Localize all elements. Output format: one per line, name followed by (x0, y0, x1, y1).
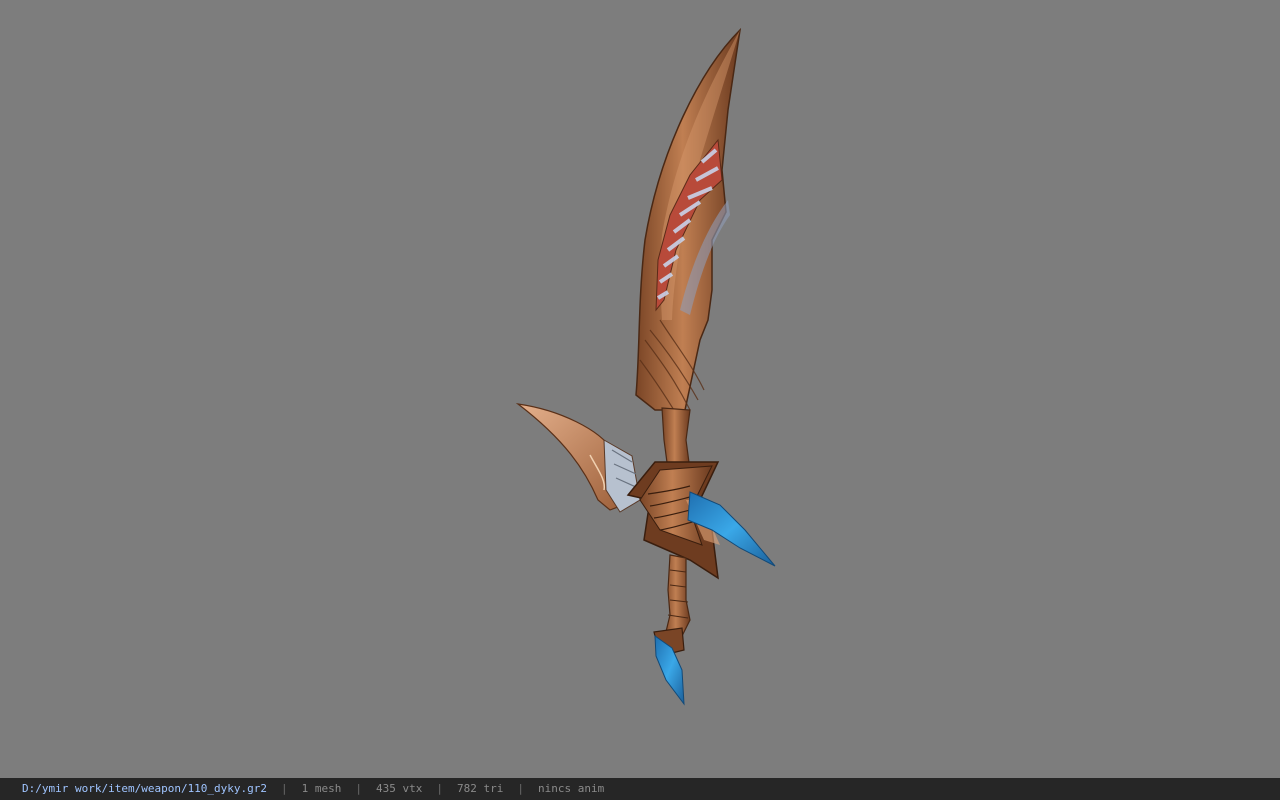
sword-blade (635, 27, 742, 421)
status-bar: D:/ymir work/item/weapon/110_dyky.gr2 | 1 … (0, 778, 1280, 800)
sword-shaft-upper (661, 407, 691, 471)
sword-model-render[interactable] (0, 0, 1280, 778)
triangle-count: 782 tri (457, 782, 504, 795)
file-path: D:/ymir work/item/weapon/110_dyky.gr2 (22, 782, 268, 795)
3d-viewport[interactable] (0, 0, 1280, 778)
mesh-count: 1 mesh (301, 782, 342, 795)
status-separator: | (355, 782, 363, 795)
animation-status: nincs anim (538, 782, 605, 795)
status-separator: | (281, 782, 288, 795)
status-separator: | (436, 782, 444, 795)
sword-side-horn (515, 403, 641, 513)
sword-handle (663, 554, 691, 641)
status-separator: | (517, 782, 525, 795)
vertex-count: 435 vtx (376, 782, 423, 795)
